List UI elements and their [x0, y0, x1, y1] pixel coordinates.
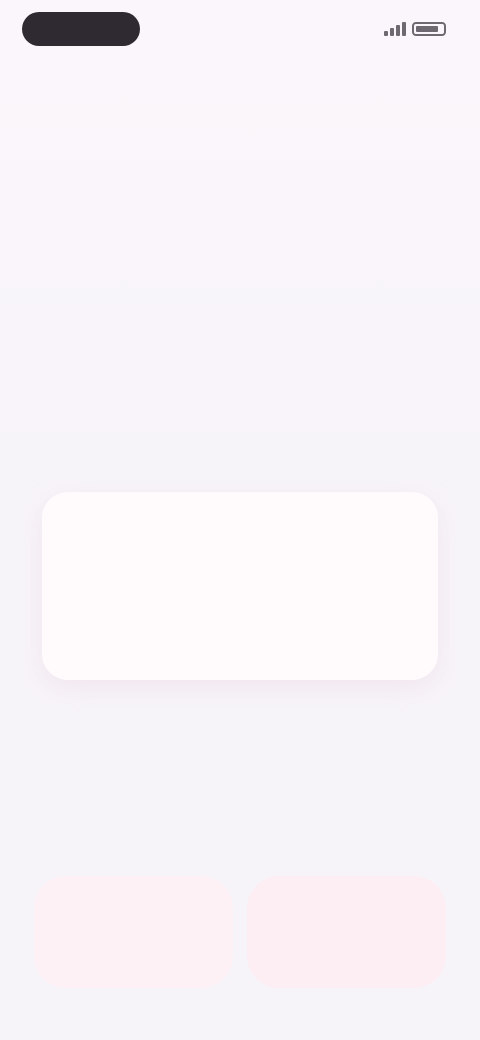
signal-icon — [384, 22, 406, 36]
right-action-button[interactable] — [247, 876, 446, 988]
status-time — [22, 12, 140, 46]
status-icons — [384, 18, 446, 40]
status-bar — [0, 0, 480, 64]
bottom-controls — [34, 876, 446, 988]
answer-card[interactable] — [42, 492, 438, 680]
app-screen — [0, 0, 480, 1040]
battery-icon — [412, 22, 446, 36]
left-action-button[interactable] — [34, 876, 233, 988]
